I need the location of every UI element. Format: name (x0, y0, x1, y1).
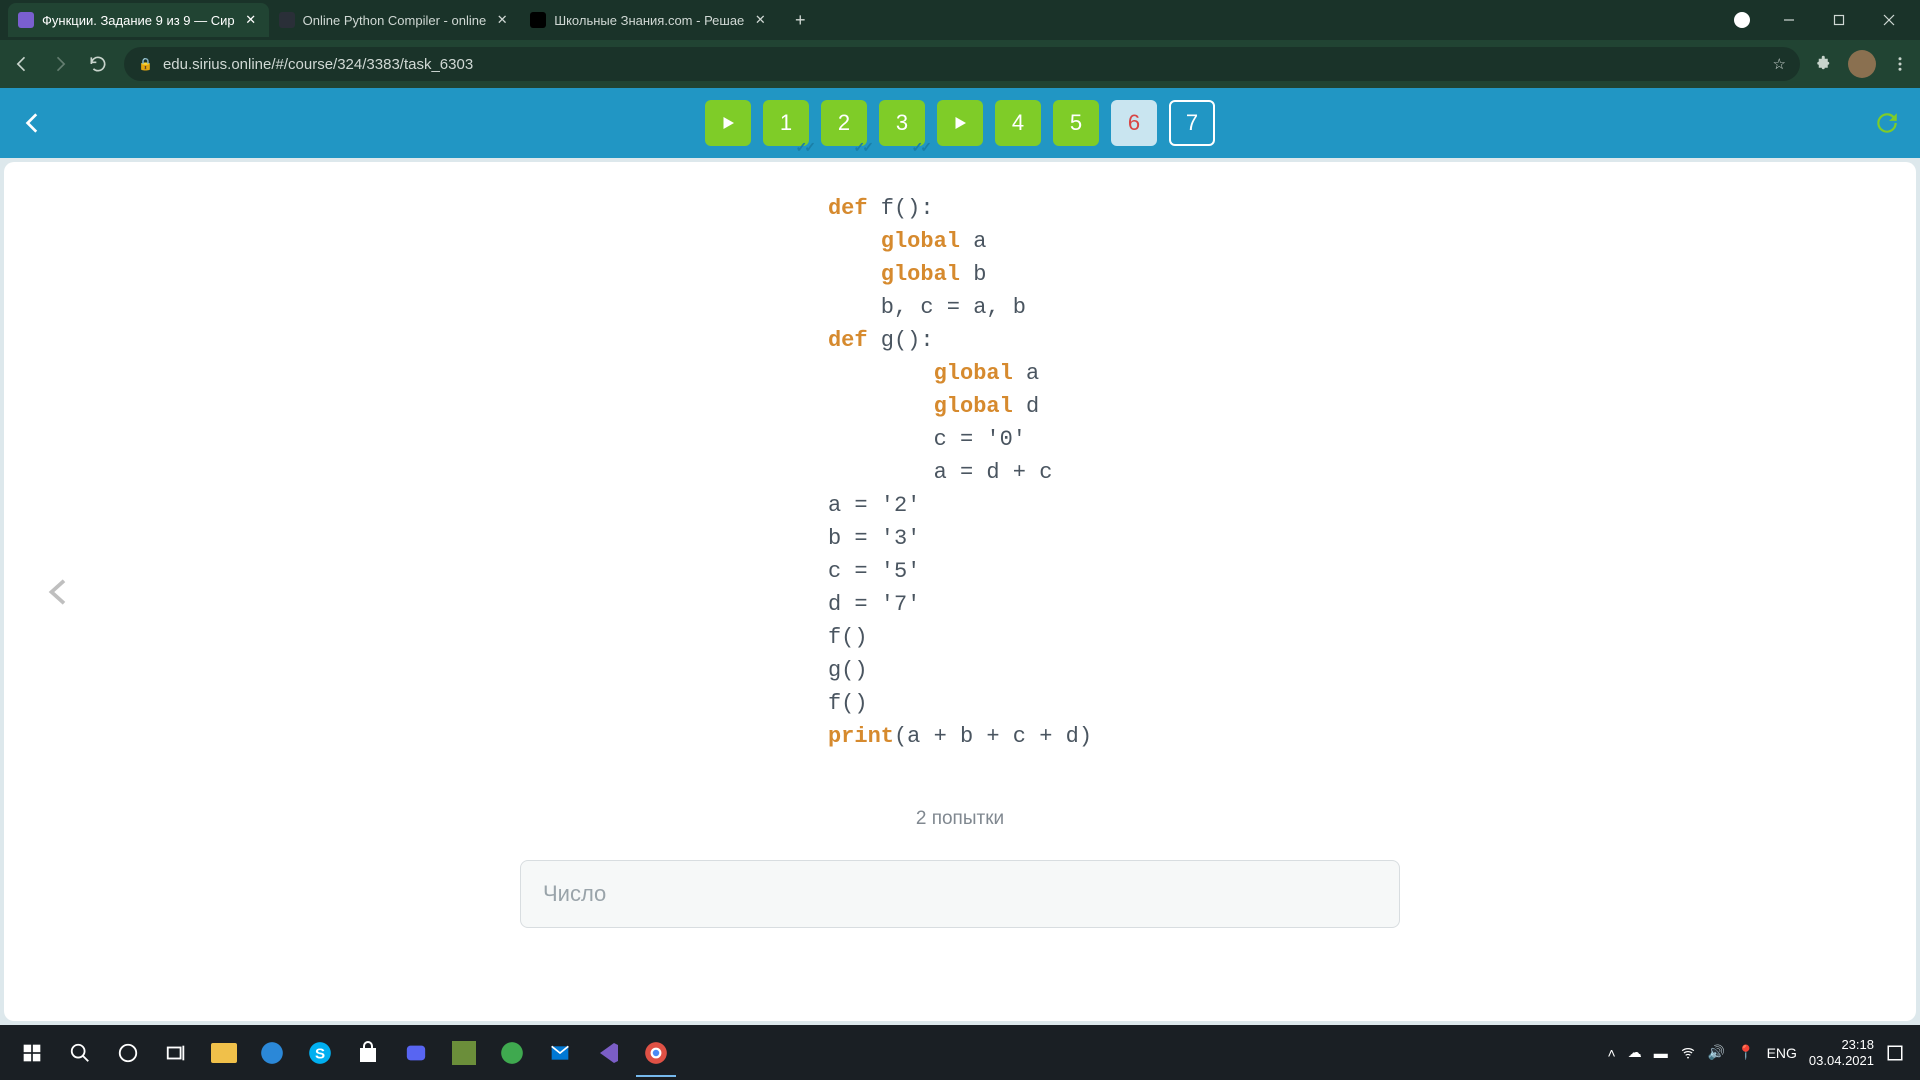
task-6-button[interactable]: 6 (1111, 100, 1157, 146)
content-area: def f(): global a global b b, c = a, b d… (4, 162, 1916, 1021)
address-bar[interactable]: 🔒 edu.sirius.online/#/course/324/3383/ta… (124, 47, 1800, 81)
skype-icon[interactable]: S (296, 1029, 344, 1077)
svg-text:S: S (315, 1045, 325, 1062)
close-icon[interactable]: ✕ (752, 12, 768, 28)
onedrive-icon[interactable]: ☁ (1628, 1044, 1642, 1061)
wifi-icon[interactable] (1680, 1046, 1696, 1060)
course-back-button[interactable] (20, 110, 46, 136)
start-button[interactable] (8, 1029, 56, 1077)
tab-title: Школьные Знания.com - Решае (554, 13, 744, 28)
favicon-icon (279, 12, 295, 28)
attempts-label: 2 попытки (44, 808, 1876, 830)
favicon-icon (18, 12, 34, 28)
explorer-icon[interactable] (200, 1029, 248, 1077)
search-button[interactable] (56, 1029, 104, 1077)
lesson-video-button-2[interactable] (937, 100, 983, 146)
task-7-button[interactable]: 7 (1169, 100, 1215, 146)
task-3-button[interactable]: 3✓✓ (879, 100, 925, 146)
task-4-button[interactable]: 4 (995, 100, 1041, 146)
location-icon[interactable]: 📍 (1737, 1044, 1754, 1061)
task-navigator: 1✓✓ 2✓✓ 3✓✓ 4 5 6 7 (705, 100, 1215, 146)
window-controls (1734, 4, 1912, 36)
minecraft-icon[interactable] (440, 1029, 488, 1077)
task-view-button[interactable] (152, 1029, 200, 1077)
code-block: def f(): global a global b b, c = a, b d… (828, 192, 1092, 753)
system-tray: ˄ ☁ ▬ 🔊 📍 ENG 23:18 03.04.2021 (1608, 1037, 1912, 1068)
task-2-button[interactable]: 2✓✓ (821, 100, 867, 146)
reload-button[interactable] (86, 52, 110, 76)
browser-chrome: Функции. Задание 9 из 9 — Сир ✕ Online P… (0, 0, 1920, 88)
sync-icon[interactable] (1874, 110, 1900, 136)
browser-tab-1[interactable]: Функции. Задание 9 из 9 — Сир ✕ (8, 3, 269, 37)
lesson-video-button[interactable] (705, 100, 751, 146)
discord-icon[interactable] (392, 1029, 440, 1077)
tab-title: Функции. Задание 9 из 9 — Сир (42, 13, 235, 28)
app-header: 1✓✓ 2✓✓ 3✓✓ 4 5 6 7 (0, 88, 1920, 158)
edge-icon[interactable] (248, 1029, 296, 1077)
check-icon: ✓✓ (854, 139, 871, 156)
app-icon[interactable] (488, 1029, 536, 1077)
tab-strip: Функции. Задание 9 из 9 — Сир ✕ Online P… (0, 0, 1920, 40)
prev-lesson-button[interactable] (44, 572, 74, 612)
clock[interactable]: 23:18 03.04.2021 (1809, 1037, 1874, 1068)
url-text: edu.sirius.online/#/course/324/3383/task… (163, 56, 1763, 73)
extensions-icon[interactable] (1814, 54, 1834, 74)
menu-icon[interactable] (1890, 54, 1910, 74)
answer-input[interactable] (520, 860, 1400, 928)
maximize-button[interactable] (1816, 4, 1862, 36)
minimize-button[interactable] (1766, 4, 1812, 36)
tab-title: Online Python Compiler - online (303, 13, 487, 28)
chrome-icon[interactable] (632, 1029, 680, 1077)
check-icon: ✓✓ (912, 139, 929, 156)
close-window-button[interactable] (1866, 4, 1912, 36)
task-5-button[interactable]: 5 (1053, 100, 1099, 146)
browser-toolbar: 🔒 edu.sirius.online/#/course/324/3383/ta… (0, 40, 1920, 88)
cortana-button[interactable] (104, 1029, 152, 1077)
windows-taskbar: S ˄ ☁ ▬ 🔊 📍 ENG 23:18 03.04.2021 (0, 1025, 1920, 1080)
battery-icon[interactable]: ▬ (1654, 1045, 1668, 1061)
forward-button[interactable] (48, 52, 72, 76)
new-tab-button[interactable]: + (786, 6, 814, 34)
profile-indicator-icon[interactable] (1734, 12, 1750, 28)
profile-avatar[interactable] (1848, 50, 1876, 78)
lock-icon: 🔒 (138, 57, 153, 71)
task-1-button[interactable]: 1✓✓ (763, 100, 809, 146)
close-icon[interactable]: ✕ (494, 12, 510, 28)
favicon-icon (530, 12, 546, 28)
tray-chevron-icon[interactable]: ˄ (1608, 1045, 1616, 1061)
language-indicator[interactable]: ENG (1767, 1045, 1797, 1061)
close-icon[interactable]: ✕ (243, 12, 259, 28)
star-icon[interactable]: ☆ (1773, 55, 1786, 73)
toolbar-right (1814, 50, 1910, 78)
mail-icon[interactable] (536, 1029, 584, 1077)
notifications-icon[interactable] (1886, 1044, 1904, 1062)
browser-tab-3[interactable]: Школьные Знания.com - Решае ✕ (520, 3, 778, 37)
check-icon: ✓✓ (796, 139, 813, 156)
volume-icon[interactable]: 🔊 (1708, 1044, 1725, 1061)
vscode-icon[interactable] (584, 1029, 632, 1077)
back-button[interactable] (10, 52, 34, 76)
store-icon[interactable] (344, 1029, 392, 1077)
browser-tab-2[interactable]: Online Python Compiler - online ✕ (269, 3, 521, 37)
